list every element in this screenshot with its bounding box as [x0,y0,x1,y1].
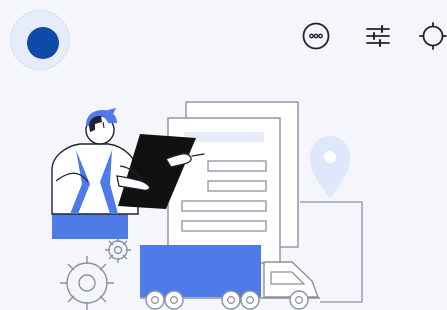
avatar-button[interactable] [10,10,70,70]
filters-icon [366,25,390,47]
theme-icon [419,22,447,50]
more-button[interactable] [300,20,332,52]
theme-button[interactable] [417,20,447,52]
top-bar [0,0,447,78]
app-screen [0,0,447,310]
delivery-illustration [51,101,363,310]
filters-button[interactable] [362,20,394,52]
logistics-illustration [0,88,447,310]
avatar [27,27,59,59]
more-icon [302,22,330,50]
